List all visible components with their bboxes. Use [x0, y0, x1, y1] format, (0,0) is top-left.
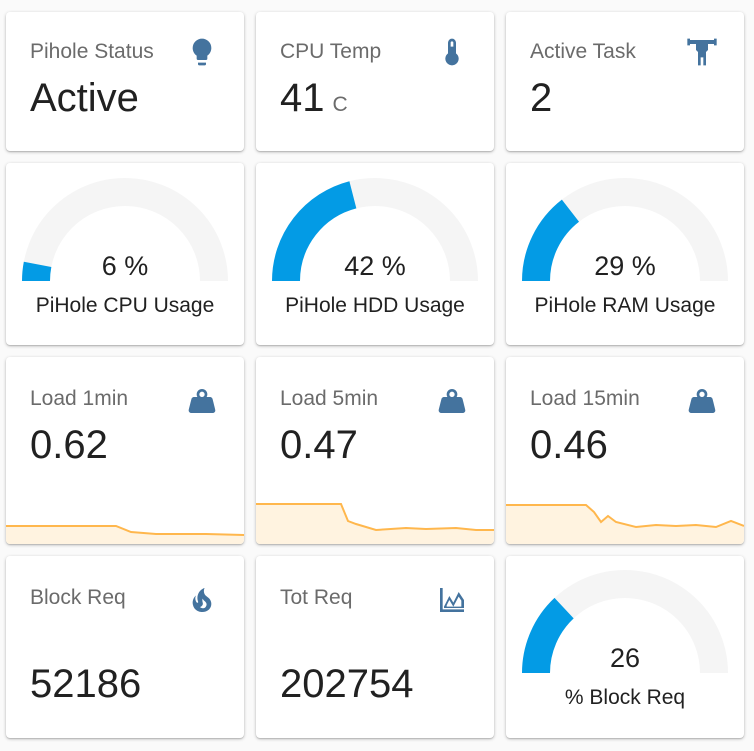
card-title: Load 15min — [530, 387, 640, 410]
lightbulb-icon — [186, 36, 218, 68]
weight-icon — [436, 385, 468, 417]
card-title: Load 5min — [280, 387, 379, 410]
load-5min-sparkline — [256, 503, 494, 544]
card-value: 2 — [530, 76, 553, 120]
weight-icon — [186, 385, 218, 417]
gauge-label: PiHole HDD Usage — [285, 294, 465, 317]
hdd-usage-gauge-card[interactable]: 42 % PiHole HDD Usage — [256, 163, 494, 345]
cpu-temp-card[interactable]: CPU Temp 41 C — [256, 12, 494, 151]
card-value: 41 C — [280, 76, 348, 121]
card-value: 52186 — [30, 662, 142, 706]
thermometer-icon — [436, 36, 468, 68]
weightlifter-icon — [686, 36, 718, 68]
ram-usage-gauge-card[interactable]: 29 % PiHole RAM Usage — [506, 163, 744, 345]
card-value: 0.46 — [530, 423, 608, 467]
block-req-card[interactable]: Block Req 52186 — [6, 556, 244, 738]
card-title: Load 1min — [30, 387, 129, 410]
card-value: 0.47 — [280, 423, 358, 467]
card-title: CPU Temp — [280, 40, 382, 63]
gauge-value: 6 % — [101, 251, 149, 281]
gauge-value: 26 — [609, 643, 641, 673]
fire-icon — [186, 584, 218, 616]
card-value: 202754 — [280, 662, 414, 706]
chart-line-icon — [436, 584, 468, 616]
card-title: Tot Req — [280, 586, 353, 609]
card-title: Active Task — [530, 40, 636, 63]
tot-req-card[interactable]: Tot Req 202754 — [256, 556, 494, 738]
pihole-status-card[interactable]: Pihole Status Active — [6, 12, 244, 151]
load-1min-card[interactable]: Load 1min 0.62 — [6, 357, 244, 544]
card-value: 0.62 — [30, 423, 108, 467]
cpu-usage-gauge-card[interactable]: 6 % PiHole CPU Usage — [6, 163, 244, 345]
gauge-label: PiHole RAM Usage — [534, 294, 716, 317]
gauge-value: 29 % — [594, 251, 656, 281]
weight-icon — [686, 385, 718, 417]
gauge-label: % Block Req — [564, 686, 686, 709]
block-percent-gauge-card[interactable]: 26 % Block Req — [506, 556, 744, 738]
active-task-card[interactable]: Active Task 2 — [506, 12, 744, 151]
value-unit: C — [332, 93, 348, 116]
card-title: Block Req — [30, 586, 126, 609]
value-number: 41 — [280, 76, 325, 120]
load-15min-card[interactable]: Load 15min 0.46 — [506, 357, 744, 544]
gauge-value: 42 % — [344, 251, 406, 281]
load-15min-sparkline — [506, 504, 744, 544]
load-1min-sparkline — [6, 525, 244, 544]
gauge-label: PiHole CPU Usage — [35, 294, 215, 317]
load-5min-card[interactable]: Load 5min 0.47 — [256, 357, 494, 544]
card-value: Active — [30, 76, 139, 120]
card-title: Pihole Status — [30, 40, 154, 63]
